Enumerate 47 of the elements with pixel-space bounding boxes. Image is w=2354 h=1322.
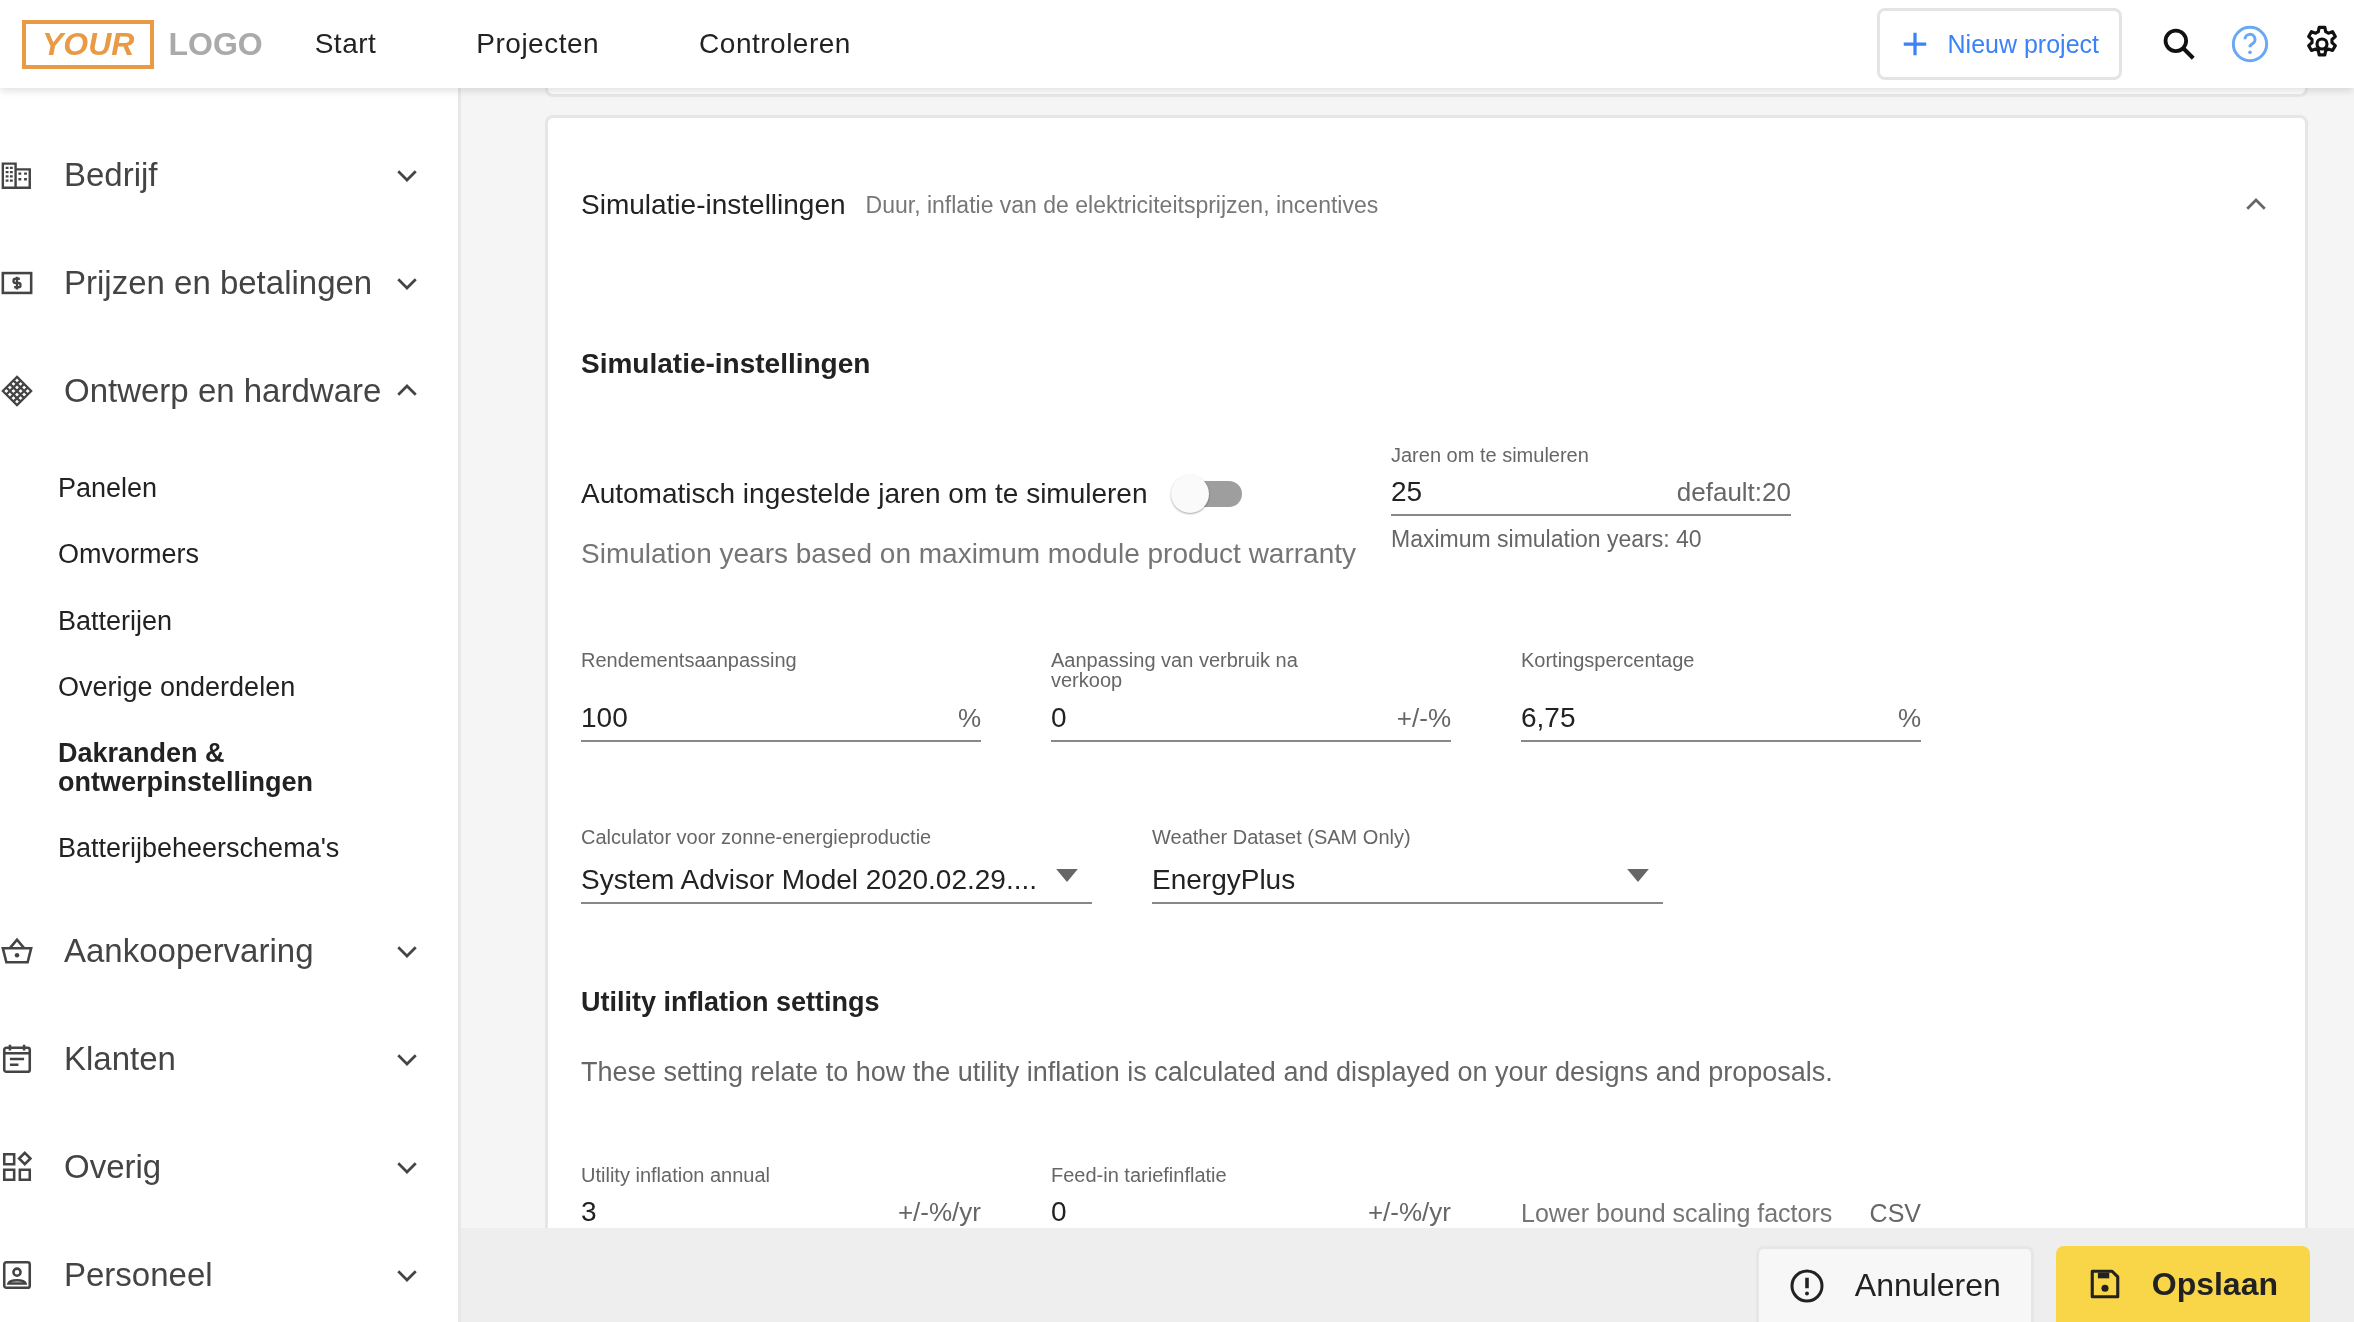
dropdown[interactable]: System Advisor Model 2020.02.29.... [581, 850, 1092, 904]
logo-text: LOGO [168, 25, 263, 63]
help-text: Simulation years based on maximum module product warranty [581, 538, 1358, 570]
field-label: Weather Dataset (SAM Only) [1152, 826, 1412, 850]
sidebar-item[interactable]: Ontwerp en hardware [0, 337, 458, 445]
sidebar-item[interactable]: Overig [0, 1113, 458, 1222]
sidebar-subitem[interactable]: Batterijen [58, 587, 358, 655]
save-button[interactable]: Opslaan [2055, 1246, 2310, 1322]
new-project-button[interactable]: Nieuw project [1876, 8, 2122, 80]
sidebar-subitem[interactable]: Omvormers [58, 521, 358, 588]
cancel-button[interactable]: Annuleren [1755, 1246, 2034, 1322]
caret-icon [1056, 869, 1078, 882]
sidebar-subitem[interactable]: Overige onderdelen [58, 654, 358, 721]
nav-link[interactable]: Projecten [476, 28, 600, 60]
section-description: These setting relate to how the utility inflation is calculated and displayed on your designs and proposals. [581, 1057, 1834, 1088]
input-field[interactable]: 100 % [581, 694, 981, 742]
input-field[interactable]: 25 default:20 [1391, 468, 1791, 516]
sidebar-subitem[interactable]: Batterijbeheerschema's [58, 815, 358, 882]
input-field[interactable]: 6,75 % [1521, 694, 1921, 742]
sidebar-item[interactable]: Klanten [0, 1005, 458, 1114]
grid-icon [0, 374, 34, 408]
sidebar-item[interactable]: Aankoopervaring [0, 897, 458, 1006]
sidebar-item[interactable]: Prijzen en betalingen [0, 229, 458, 337]
dropdown[interactable]: EnergyPlus [1152, 850, 1663, 904]
sidebar-subitem[interactable]: Panelen [58, 455, 358, 522]
field-label: Aanpassing van verbruik na verkoop [1051, 650, 1299, 693]
hint-text: Maximum simulation years: 40 [1391, 526, 1703, 553]
field-label: Rendementsaanpassing [581, 650, 798, 673]
section-title: Simulatie-instellingen [581, 348, 872, 380]
logo-boxed-text: YOUR [22, 19, 155, 69]
field-label: Feed-in tariefinflatie [1051, 1164, 1228, 1188]
alert-icon [1788, 1267, 1825, 1304]
field-label: Kortingspercentage [1521, 650, 1696, 673]
input-field[interactable]: 0 +/-% [1051, 694, 1451, 742]
toggle-label: Automatisch ingestelde jaren om te simuleren [581, 478, 1148, 510]
sidebar-item[interactable]: Personeel [0, 1221, 458, 1322]
field-label: Jaren om te simuleren [1391, 444, 1590, 468]
sidebar-subitem[interactable]: Dakranden & ontwerpinstellingen [58, 720, 358, 816]
field-label: Utility inflation annual [581, 1164, 771, 1188]
card-subtitle: Duur, inflatie van de elektriciteitsprijzen, incentives [865, 191, 1379, 219]
field-label: Calculator voor zonne-energieproductie [581, 826, 933, 850]
sidebar-item[interactable]: Bedrijf [0, 121, 458, 229]
nav-link[interactable]: Controleren [699, 28, 851, 60]
nav-link[interactable]: Start [314, 28, 377, 60]
section-title: Utility inflation settings [581, 987, 881, 1018]
card-title: Simulatie-instellingen [581, 189, 846, 221]
caret-icon [1627, 869, 1649, 882]
